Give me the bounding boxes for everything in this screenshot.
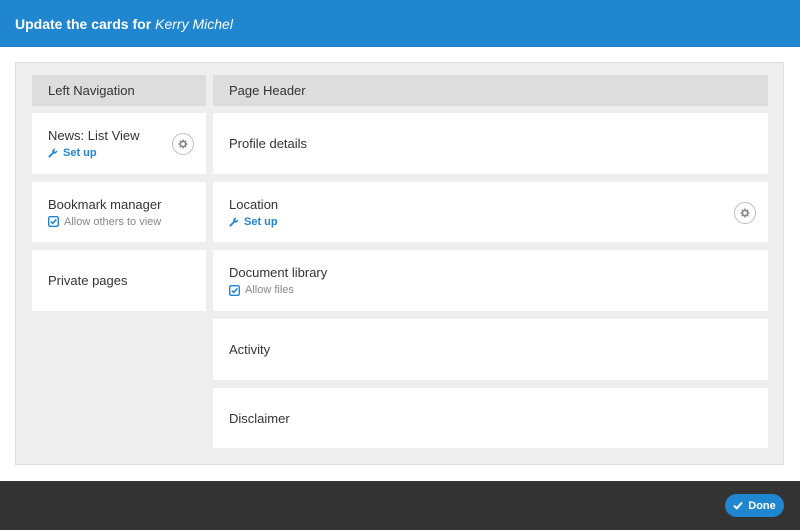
card-title: Activity [229, 342, 271, 357]
page-header-column: Page Header [213, 75, 768, 106]
left-navigation-header: Left Navigation [32, 75, 206, 106]
checkbox-checked-icon [47, 215, 60, 228]
card-title: Private pages [48, 273, 128, 288]
setup-link[interactable]: Set up [229, 216, 768, 228]
card-disclaimer[interactable]: Disclaimer [213, 388, 768, 448]
allow-label: Allow files [245, 284, 294, 296]
card-bookmark-manager[interactable]: Bookmark manager Allow others to view [32, 182, 206, 242]
card-settings-button[interactable] [734, 202, 756, 224]
page-header-header: Page Header [213, 75, 768, 106]
card-title: Location [229, 196, 279, 212]
done-button[interactable]: Done [725, 494, 784, 517]
left-navigation-column: Left Navigation [32, 75, 206, 106]
allow-option[interactable]: Allow files [228, 284, 768, 296]
card-settings-button[interactable] [172, 133, 194, 155]
card-location[interactable]: Location Set up [213, 182, 768, 242]
dialog-header: Update the cards for Kerry Michel [0, 0, 800, 47]
gear-icon [178, 139, 188, 149]
card-board: Left Navigation News: List View Set up B… [15, 62, 784, 465]
dialog-title-prefix: Update the cards for [15, 15, 152, 32]
card-activity[interactable]: Activity [213, 319, 768, 380]
card-private-pages[interactable]: Private pages [32, 250, 206, 311]
card-document-library[interactable]: Document library Allow files [213, 250, 768, 311]
card-profile-details[interactable]: Profile details [213, 113, 768, 174]
allow-option[interactable]: Allow others to view [47, 215, 206, 228]
done-label: Done [748, 499, 776, 512]
checkmark-icon [733, 501, 743, 510]
setup-label: Set up [244, 215, 278, 228]
gear-icon [740, 208, 750, 218]
wrench-icon [229, 217, 239, 227]
wrench-icon [48, 148, 58, 158]
card-news-list-view[interactable]: News: List View Set up [32, 113, 206, 174]
allow-label: Allow others to view [64, 215, 162, 228]
setup-label: Set up [63, 147, 97, 159]
checkbox-checked-icon [228, 284, 241, 296]
dialog-user-name: Kerry Michel [155, 15, 233, 32]
card-title: Disclaimer [229, 410, 290, 426]
card-title: Bookmark manager [48, 196, 162, 212]
card-title: Document library [229, 265, 328, 280]
dialog-footer: Done [0, 481, 800, 530]
card-title: Profile details [229, 136, 308, 151]
